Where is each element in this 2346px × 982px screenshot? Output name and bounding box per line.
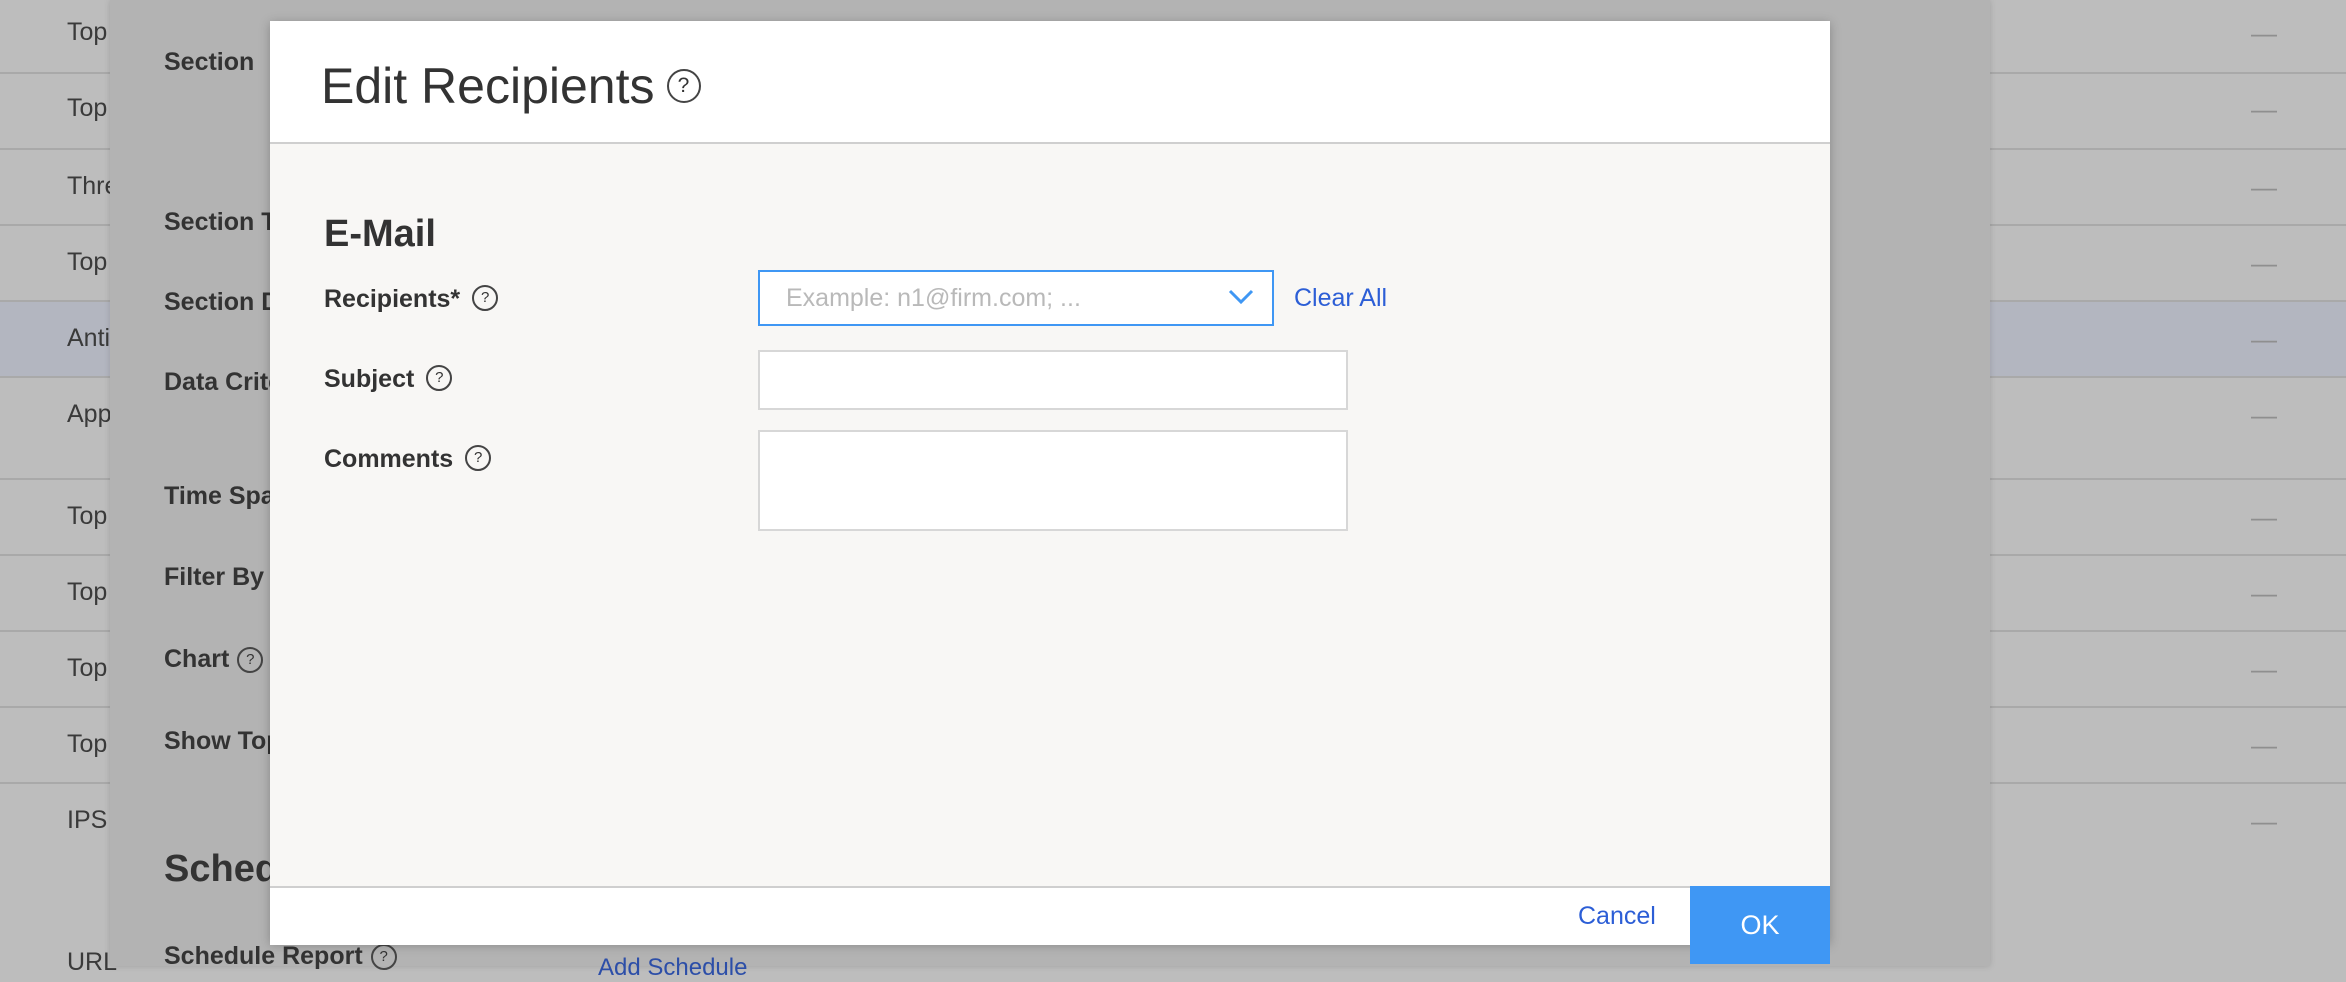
chevron-down-icon[interactable] (1228, 284, 1254, 310)
list-item-dash: — (2251, 502, 2277, 532)
subject-label: Subject? (324, 365, 453, 394)
subject-input[interactable] (758, 350, 1348, 410)
help-circle-icon: ? (237, 647, 264, 674)
bg-add-schedule-link: Add Schedule (598, 954, 748, 981)
clear-all-link[interactable]: Clear All (1294, 284, 1387, 313)
dialog-title: Edit Recipients? (321, 57, 701, 115)
dialog-footer: Cancel OK (270, 886, 1830, 964)
list-item-label: Top (67, 654, 108, 682)
recipients-label: Recipients*? (324, 285, 499, 314)
list-item-dash: — (2251, 18, 2277, 48)
list-item-dash: — (2251, 730, 2277, 760)
list-item-label: App (67, 400, 112, 428)
help-circle-icon[interactable]: ? (465, 445, 492, 472)
dialog-body: E-Mail Recipients*? Clear All Subject? C… (270, 144, 1830, 886)
list-item-dash: — (2251, 324, 2277, 354)
bg-label-chart-text: Chart (164, 645, 230, 673)
comments-label: Comments? (324, 445, 492, 474)
list-item-label: IPS (67, 806, 108, 834)
recipients-input[interactable] (760, 272, 1200, 324)
help-circle-icon: ? (370, 944, 397, 971)
bg-label-show-top: Show Top (164, 727, 282, 755)
list-item-label: Top (67, 730, 108, 758)
cancel-button[interactable]: Cancel (1578, 902, 1656, 931)
list-item-dash: — (2251, 248, 2277, 278)
comments-label-text: Comments (324, 445, 454, 473)
email-section-title: E-Mail (324, 213, 436, 255)
ok-button[interactable]: OK (1690, 886, 1830, 964)
list-item-dash: — (2251, 654, 2277, 684)
bg-label-data-criteria: Data Crite (164, 368, 283, 396)
edit-recipients-dialog: Edit Recipients? E-Mail Recipients*? Cle… (270, 21, 1830, 964)
list-item-label: Top (67, 18, 108, 46)
list-item-dash: — (2251, 94, 2277, 124)
bg-label-schedule-report: Schedule Report? (164, 942, 397, 971)
list-item-dash: — (2251, 578, 2277, 608)
bg-label-section-d: Section D (164, 288, 280, 316)
list-item-dash: — (2251, 806, 2277, 836)
subject-label-text: Subject (324, 365, 415, 393)
list-item-label: Top (67, 248, 108, 276)
help-circle-icon[interactable]: ? (426, 365, 453, 392)
recipients-combobox[interactable] (758, 270, 1274, 326)
list-item-label: Top (67, 578, 108, 606)
bg-schedule-heading: Sched (164, 848, 279, 890)
list-item-dash: — (2251, 400, 2277, 430)
bg-label-section: Section (164, 48, 255, 76)
help-circle-icon[interactable]: ? (472, 285, 499, 312)
bg-label-section-t: Section T (164, 208, 277, 236)
dialog-header: Edit Recipients? (270, 21, 1830, 144)
bg-label-filter-by: Filter By (164, 563, 265, 591)
bg-label-chart: Chart? (164, 645, 264, 674)
bg-label-time-span: Time Spa (164, 482, 275, 510)
list-item-label: Top (67, 94, 108, 122)
list-item-label: Anti (67, 324, 111, 352)
recipients-label-text: Recipients* (324, 285, 461, 313)
list-item-label: Top (67, 502, 108, 530)
list-item-dash: — (2251, 172, 2277, 202)
help-circle-icon[interactable]: ? (666, 68, 701, 103)
comments-textarea[interactable] (758, 430, 1348, 531)
dialog-title-text: Edit Recipients (321, 58, 655, 114)
